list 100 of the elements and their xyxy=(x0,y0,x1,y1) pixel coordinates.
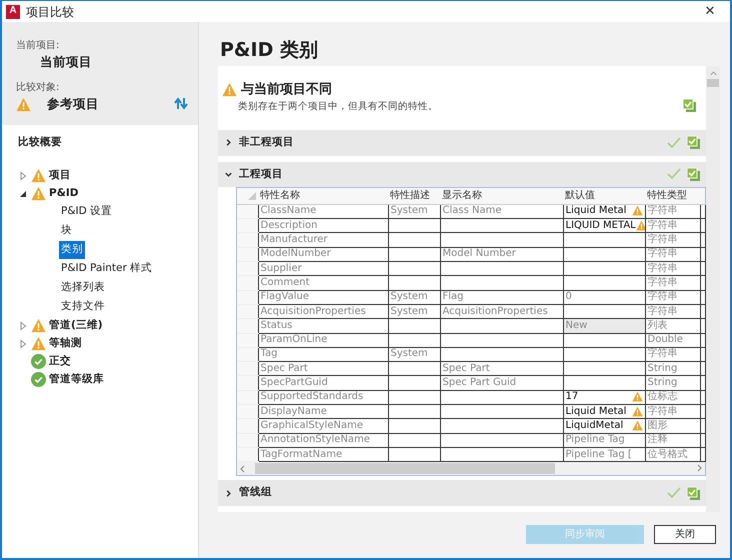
tree-item[interactable]: 类别 xyxy=(59,241,85,260)
tree-item[interactable]: 管道等级库 xyxy=(49,372,104,388)
collapse-arrow-icon[interactable] xyxy=(18,188,28,199)
scrollbar-thumb[interactable] xyxy=(707,79,719,87)
table-cell: Spec Part xyxy=(258,362,388,376)
table-cell: SupportedStandards xyxy=(258,390,388,404)
table-cell: FlagValue xyxy=(258,290,388,304)
column-header[interactable]: 特性描述 xyxy=(388,188,440,204)
accept-icon[interactable] xyxy=(687,486,700,500)
section-bar[interactable]: 工程项目 xyxy=(218,162,706,188)
table-cell: AcquisitionProperties xyxy=(440,304,563,319)
table-cell: 注释 xyxy=(645,433,700,448)
table-cell: LIQUID METAL xyxy=(566,220,636,232)
page-heading: P&ID 类别 xyxy=(219,38,319,63)
table-cell: Status xyxy=(258,318,388,334)
accept-icon[interactable] xyxy=(683,98,696,112)
column-header[interactable]: 显示名称 xyxy=(440,188,563,204)
table-cell: Double xyxy=(645,333,700,348)
section-title: 非工程项目 xyxy=(239,134,294,150)
expand-arrow-icon[interactable] xyxy=(18,170,28,181)
table-cell: System xyxy=(388,347,440,362)
table-cell: AnnotationStyleName xyxy=(258,433,388,448)
field-label: 当前项目: xyxy=(16,38,60,53)
table-cell: Model Number xyxy=(440,247,563,262)
vertical-scrollbar[interactable] xyxy=(706,66,720,512)
tree-item[interactable]: 等轴测 xyxy=(49,336,82,352)
expand-arrow-icon[interactable] xyxy=(18,338,28,349)
tree-item[interactable]: 正交 xyxy=(49,354,71,370)
expand-arrow-icon[interactable] xyxy=(18,320,28,331)
scroll-up-icon[interactable] xyxy=(708,69,718,77)
table-cell: 位标志 xyxy=(645,390,700,404)
table-cell: System xyxy=(388,204,440,219)
section-bar[interactable]: 非工程项目 xyxy=(218,130,706,156)
section-title: 比较概要 xyxy=(18,135,63,150)
warning-icon xyxy=(632,391,642,402)
table-cell: String xyxy=(645,362,700,376)
tree-item[interactable]: P&ID 设置 xyxy=(59,203,114,222)
table-cell: Manufacturer xyxy=(258,232,388,248)
table-cell: 17 xyxy=(566,391,578,404)
notice-text: 类别存在于两个项目中，但具有不同的特性。 xyxy=(237,100,438,114)
table-cell: DisplayName xyxy=(258,404,388,419)
checkmark-icon xyxy=(667,168,681,180)
close-button[interactable]: ✕ xyxy=(690,0,730,22)
column-header[interactable]: 特性类型 xyxy=(645,188,700,204)
table-cell: 图形 xyxy=(645,418,700,434)
tree-item[interactable]: P&ID xyxy=(49,186,78,202)
table-cell: Pipeline Tag xyxy=(566,434,625,446)
notice-title: 与当前项目不同 xyxy=(241,81,332,99)
project-name: 当前项目 xyxy=(39,53,93,71)
section-title: 工程项目 xyxy=(239,166,283,182)
table-cell: Spec Part Guid xyxy=(440,376,563,390)
chevron-down-icon[interactable] xyxy=(224,170,233,179)
tree-item[interactable]: 选择列表 xyxy=(59,279,107,298)
table-cell: Liquid Metal xyxy=(566,205,626,218)
table-cell: AcquisitionProperties xyxy=(258,304,388,319)
table-cell: Pipeline Tag [ xyxy=(566,448,632,461)
section-title: 管线组 xyxy=(239,485,272,500)
field-label: 比较对象: xyxy=(16,80,60,95)
table-cell: Tag xyxy=(258,347,388,362)
scroll-left-icon[interactable] xyxy=(239,464,247,473)
table-cell: LiquidMetal xyxy=(566,420,624,432)
horizontal-scrollbar[interactable] xyxy=(237,462,705,476)
table-cell: System xyxy=(388,304,440,319)
warning-icon xyxy=(632,420,642,431)
swap-icon[interactable] xyxy=(174,97,188,110)
chevron-right-icon[interactable] xyxy=(224,138,233,148)
table-cell: System xyxy=(388,290,440,304)
table-cell: String xyxy=(645,376,700,390)
table-cell: Description xyxy=(258,218,388,233)
tree-item[interactable]: 支持文件 xyxy=(59,298,107,316)
table-cell: New xyxy=(566,320,588,332)
column-header[interactable]: 特性名称 xyxy=(258,188,388,204)
section-bar[interactable]: 管线组 xyxy=(218,480,706,506)
warning-icon xyxy=(632,406,642,417)
window-title: 项目比较 xyxy=(26,4,74,20)
tree-item[interactable]: 块 xyxy=(59,222,74,240)
column-header[interactable]: 默认值 xyxy=(563,188,645,204)
tree-item[interactable]: P&ID Painter 样式 xyxy=(59,260,154,278)
checkmark-icon xyxy=(667,136,681,149)
accept-icon[interactable] xyxy=(687,168,700,181)
project-name: 参考项目 xyxy=(47,94,99,113)
scroll-right-icon[interactable] xyxy=(695,464,703,472)
table-cell: ClassName xyxy=(258,204,388,219)
table-cell: ParamOnLine xyxy=(258,333,388,348)
warning-icon xyxy=(636,220,644,231)
accept-icon[interactable] xyxy=(687,136,700,150)
table-cell: Comment xyxy=(258,276,388,290)
table-cell: 列表 xyxy=(645,318,700,334)
warning-icon xyxy=(632,205,642,216)
table-cell: Flag xyxy=(440,290,563,304)
table-cell: SpecPartGuid xyxy=(258,376,388,390)
checkmark-icon xyxy=(667,487,681,500)
table-cell: GraphicalStyleName xyxy=(258,418,388,434)
table-cell: Spec Part xyxy=(440,362,563,376)
chevron-right-icon[interactable] xyxy=(224,488,233,498)
table-cell: Supplier xyxy=(258,262,388,276)
tree-item[interactable]: 项目 xyxy=(49,168,71,184)
table-cell: ModelNumber xyxy=(258,247,388,262)
tree-item[interactable]: 管道(三维) xyxy=(49,318,103,334)
dialog-button[interactable]: 关闭 xyxy=(654,524,716,544)
